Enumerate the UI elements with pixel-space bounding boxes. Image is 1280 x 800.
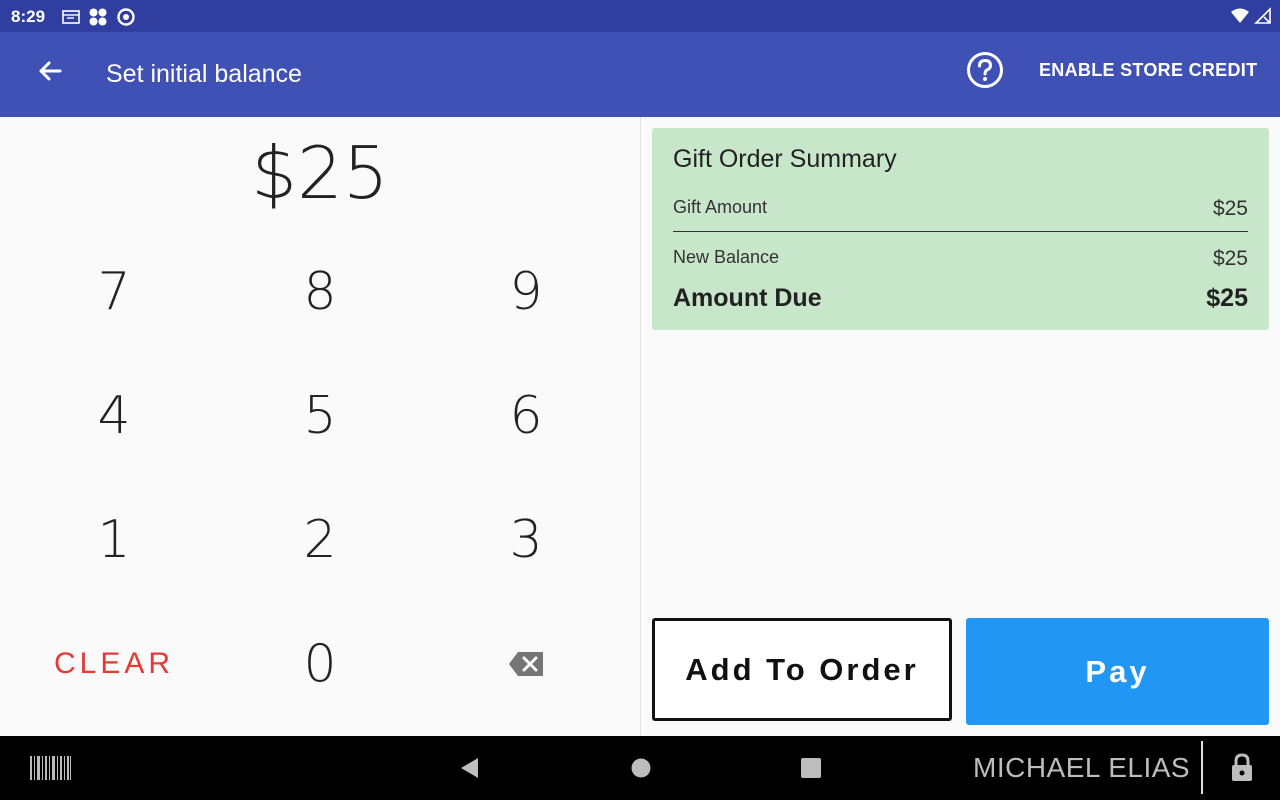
app-bar: Set initial balance ENABLE STORE CREDIT: [0, 32, 1280, 117]
nav-recents-icon[interactable]: [799, 756, 823, 780]
backspace-button[interactable]: [423, 602, 629, 726]
key-9[interactable]: 9: [423, 230, 629, 354]
amount-due-label: Amount Due: [673, 284, 822, 312]
nav-home-icon[interactable]: [629, 756, 653, 780]
status-bar: 8:29: [0, 0, 1280, 32]
new-balance-row: New Balance $25: [673, 247, 1248, 271]
key-0[interactable]: 0: [217, 602, 423, 726]
wifi-icon: [1231, 8, 1249, 23]
summary-divider: [673, 231, 1248, 232]
system-nav-bar: MICHAEL ELIAS: [0, 736, 1280, 800]
enable-store-credit-button[interactable]: ENABLE STORE CREDIT: [1039, 60, 1257, 81]
nav-back-icon[interactable]: [458, 756, 480, 780]
lock-icon[interactable]: [1230, 753, 1254, 783]
key-4[interactable]: 4: [11, 354, 217, 478]
back-arrow-icon[interactable]: [34, 55, 66, 87]
keypad-panel: $25 7 8 9 4 5 6 1 2 3 CLEAR 0: [0, 117, 640, 736]
clear-button[interactable]: CLEAR: [11, 602, 217, 726]
amount-due-row: Amount Due $25: [673, 284, 1248, 313]
sync-icon: [117, 8, 135, 26]
user-name[interactable]: MICHAEL ELIAS: [973, 752, 1190, 784]
order-panel: Gift Order Summary Gift Amount $25 New B…: [641, 117, 1280, 736]
nav-separator: [1201, 741, 1203, 794]
help-icon[interactable]: [966, 51, 1004, 89]
pay-button[interactable]: Pay: [966, 618, 1269, 725]
gift-amount-label: Gift Amount: [673, 197, 768, 217]
page-title: Set initial balance: [106, 60, 302, 88]
key-2[interactable]: 2: [217, 478, 423, 602]
summary-title: Gift Order Summary: [673, 145, 897, 173]
app-grid-icon: [89, 8, 107, 26]
key-5[interactable]: 5: [217, 354, 423, 478]
signal-icon: [1254, 7, 1271, 24]
amount-display: $25: [251, 131, 389, 215]
add-to-order-button[interactable]: Add To Order: [652, 618, 952, 721]
backspace-icon: [509, 652, 543, 676]
key-1[interactable]: 1: [11, 478, 217, 602]
amount-due-value: $25: [1206, 284, 1248, 312]
gift-amount-row: Gift Amount $25: [673, 197, 1248, 221]
new-balance-label: New Balance: [673, 247, 780, 267]
key-7[interactable]: 7: [11, 230, 217, 354]
barcode-icon[interactable]: [30, 756, 72, 780]
new-balance-value: $25: [1212, 247, 1248, 270]
gift-order-summary: Gift Order Summary Gift Amount $25 New B…: [652, 128, 1269, 330]
notification-icon: [62, 10, 80, 24]
key-8[interactable]: 8: [217, 230, 423, 354]
status-time: 8:29: [11, 7, 46, 26]
gift-amount-value: $25: [1212, 197, 1248, 220]
key-3[interactable]: 3: [423, 478, 629, 602]
key-6[interactable]: 6: [423, 354, 629, 478]
